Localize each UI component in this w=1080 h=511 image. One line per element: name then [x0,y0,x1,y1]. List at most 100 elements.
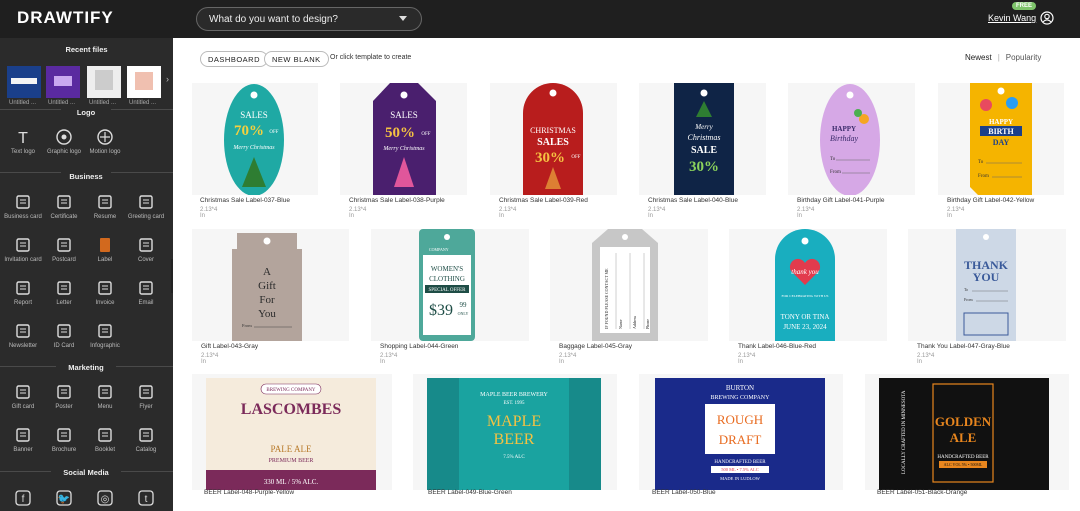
recent-file-thumb-1[interactable] [7,66,41,98]
sidebar-tool-poster[interactable]: Poster [44,383,84,410]
top-bar: DRAWTIFY What do you want to design? FRE… [0,0,1080,38]
sidebar-tool-catalog[interactable]: Catalog [126,426,166,453]
label-text: ALE [950,430,977,445]
sidebar-tool-letter[interactable]: Letter [44,279,84,306]
template-thumbnail[interactable]: MAPLE BEER BREWERY EST. 1995 MAPLE BEER … [413,374,617,490]
resume-icon [98,195,112,209]
label-text: SALES [390,110,418,120]
template-name: Christmas Sale Label-039-Red [499,197,588,204]
template-thumbnail[interactable]: HAPPY BIRTH DAY To From [938,83,1064,195]
sidebar-tool-label: Label [97,257,113,263]
template-thumbnail[interactable]: Merry Christmas SALE 30% [639,83,766,195]
sidebar-tool-facebook[interactable]: f [3,489,43,510]
label-text: A [263,266,271,278]
sidebar-tool-brochure[interactable]: Brochure [44,426,84,453]
template-thumbnail[interactable]: HAPPY Birthday To From [788,83,915,195]
label-text: For [259,294,275,306]
sidebar: Recent files Untitled ... Untitled ... U… [0,38,173,511]
sidebar-tool-resume[interactable]: Resume [85,193,125,220]
sidebar-tool-newsletter[interactable]: Newsletter [3,322,43,349]
sidebar-tool-label: Brochure [51,447,77,453]
sidebar-tool-motion-logo[interactable]: Motion logo [85,128,125,155]
template-thumbnail[interactable]: THANK YOU To From [908,229,1066,341]
sidebar-tool-id-card[interactable]: ID Card [44,322,84,349]
template-thumbnail[interactable]: BREWING COMPANY LASCOMBES PALE ALE PREMI… [192,374,392,490]
sidebar-tool-label[interactable]: Label [85,236,125,263]
template-thumbnail[interactable]: SALES 70% OFF Merry Christmas [192,83,318,195]
logo-section-title: Logo [61,108,111,117]
sidebar-tool-flyer[interactable]: Flyer [126,383,166,410]
template-thumbnail[interactable]: CHRISTMAS SALES 30% OFF [490,83,617,195]
svg-text:◎: ◎ [101,494,110,505]
recent-file-thumb-4[interactable] [127,66,161,98]
design-search-dropdown[interactable]: What do you want to design? [196,7,422,31]
chevron-right-icon[interactable]: › [166,74,169,84]
sidebar-tool-business-card[interactable]: Business card [3,193,43,220]
template-name: Baggage Label-045-Gray [559,343,632,350]
sidebar-tool-label: Graphic logo [46,149,82,155]
business-card-icon [16,195,30,209]
user-name-link[interactable]: Kevin Wang [988,13,1036,23]
template-thumbnail[interactable]: COMPANY WOMEN'S CLOTHING SPECIAL OFFER $… [371,229,529,341]
sort-newest-link[interactable]: Newest [965,53,992,62]
new-blank-button[interactable]: NEW BLANK [264,51,329,67]
sidebar-tool-report[interactable]: Report [3,279,43,306]
sidebar-tool-menu[interactable]: Menu [85,383,125,410]
sidebar-tool-invitation-card[interactable]: Invitation card [3,236,43,263]
app-logo[interactable]: DRAWTIFY [17,8,114,28]
label-text: 500 ML • 7.5% ALC [721,467,759,472]
sidebar-tool-twitter[interactable]: 🐦 [44,489,84,510]
sort-options: Newest | Popularity [965,53,1042,62]
label-text: Gift [258,280,276,292]
template-thumbnail[interactable]: A Gift For You From [192,229,349,341]
recent-file-thumb-2[interactable] [46,66,80,98]
sort-popularity-link[interactable]: Popularity [1006,53,1042,62]
sidebar-tool-certificate[interactable]: Certificate [44,193,84,220]
sidebar-tool-email[interactable]: Email [126,279,166,306]
booklet-icon [98,428,112,442]
sidebar-tool-instagram[interactable]: ◎ [85,489,125,510]
label-text: thank you [791,268,819,276]
sidebar-tool-postcard[interactable]: Postcard [44,236,84,263]
dashboard-button[interactable]: DASHBOARD [200,51,269,67]
sidebar-tool-cover[interactable]: Cover [126,236,166,263]
sidebar-tool-invoice[interactable]: Invoice [85,279,125,306]
sidebar-tool-label: Banner [13,447,33,453]
template-size: 2.13*4 In [648,207,666,219]
label-text: SALES [240,110,268,120]
template-size: 2.13*4 In [797,207,815,219]
sidebar-tool-graphic-logo[interactable]: Graphic logo [44,128,84,155]
label-text: HANDCRAFTED BEER [937,455,989,460]
label-text: Name [618,319,623,329]
banner-icon [16,428,30,442]
label-text: Merry Christmas [232,145,275,151]
label-text: Address [632,315,637,329]
create-hint: Or click template to create [330,54,412,61]
label-text: HAPPY [989,118,1013,126]
label-text: IF FOUND PLEASE CONTACT ME [604,268,609,329]
label-text: HANDCRAFTED BEER [714,460,766,465]
sidebar-tool-greeting-card[interactable]: Greeting card [126,193,166,220]
template-thumbnail[interactable]: SALES 50% OFF Merry Christmas [340,83,467,195]
facebook-icon: f [15,490,31,506]
label-text: COMPANY [429,247,449,252]
sidebar-tool-text-logo[interactable]: T Text logo [3,128,43,155]
label-text: JUNE 23, 2024 [783,323,827,331]
label-text: BEER [494,431,535,448]
sidebar-tool-infographic[interactable]: Infographic [85,322,125,349]
template-gallery: DASHBOARD NEW BLANK Or click template to… [173,38,1080,511]
template-thumbnail[interactable]: IF FOUND PLEASE CONTACT ME Name Address … [550,229,708,341]
sidebar-tool-booklet[interactable]: Booklet [85,426,125,453]
label-text: 70% [234,123,264,139]
template-name: BEER Label-048-Purple-Yellow [204,489,295,496]
user-avatar-icon[interactable] [1040,11,1054,25]
sidebar-tool-banner[interactable]: Banner [3,426,43,453]
sidebar-tool-tumblr[interactable]: t [126,489,166,510]
template-thumbnail[interactable]: BURTON BREWING COMPANY ROUGH DRAFT HANDC… [639,374,843,490]
sidebar-tool-gift-card[interactable]: Gift card [3,383,43,410]
template-size: 2.13*4 In [947,207,965,219]
label-text: DAY [993,138,1010,147]
template-thumbnail[interactable]: thank you FOR CELEBRATING WITH US TONY O… [729,229,887,341]
recent-file-thumb-3[interactable] [87,66,121,98]
template-thumbnail[interactable]: LOCALLY CRAFTED IN MINNESOTA GOLDEN ALE … [865,374,1069,490]
